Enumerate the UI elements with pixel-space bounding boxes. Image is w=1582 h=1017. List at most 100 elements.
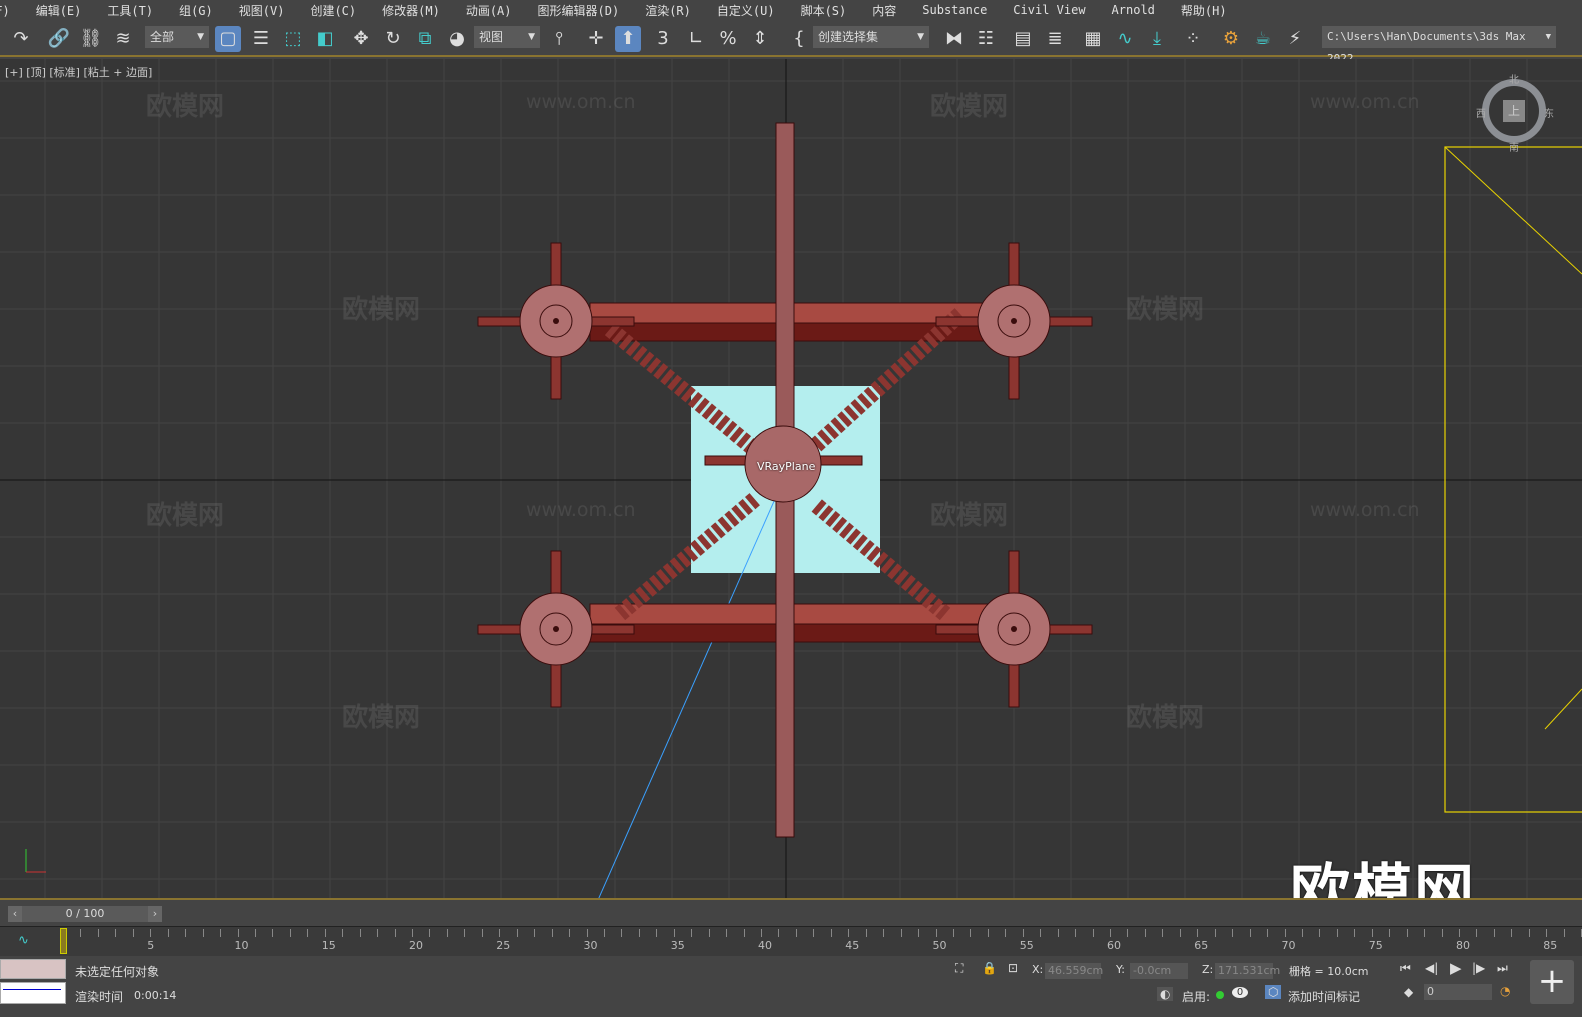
rendered-frame-window-icon[interactable]: ☕ — [1250, 26, 1276, 52]
percent-snap-icon[interactable]: % — [715, 26, 741, 52]
select-by-name-icon[interactable]: ☰ — [248, 26, 274, 52]
placement-icon[interactable]: ◕ — [444, 26, 470, 52]
menu-item[interactable]: Arnold — [1112, 3, 1155, 17]
timeline-tick — [307, 929, 309, 937]
rosette-center — [1011, 318, 1017, 324]
menu-item[interactable]: 视图(V) — [239, 2, 285, 19]
maxscript-mini-output[interactable] — [0, 982, 66, 1004]
go-to-end-icon[interactable]: ⏭ — [1497, 961, 1508, 976]
timeline-tick — [254, 929, 256, 937]
watermark: 欧模网 — [146, 92, 225, 122]
scene-explorer-icon[interactable]: ▤ — [1010, 26, 1036, 52]
project-path-dropdown[interactable]: C:\Users\Han\Documents\3ds Max 2022▼ — [1322, 26, 1556, 65]
bind-spacewarp-icon[interactable]: ≋ — [110, 26, 136, 52]
rect-selection-icon[interactable]: ⬚ — [280, 26, 306, 52]
track-bar[interactable]: ∿ 0510152025303540455055606570758085 — [0, 926, 1582, 956]
status-bar: 未选定任何对象 渲染时间 0:00:14 ⛶ 🔒 ⊡ X: 46.559cm Y… — [0, 956, 1582, 1017]
lock-icon[interactable]: 🔒 — [982, 961, 997, 975]
chevron-left-icon[interactable]: ‹ — [8, 906, 22, 922]
rotate-icon[interactable]: ↻ — [380, 26, 406, 52]
current-frame-field[interactable]: 0 — [1424, 984, 1492, 1000]
timeline-tick — [1127, 929, 1129, 937]
select-manipulate-icon[interactable]: ✛ — [583, 26, 609, 52]
move-icon[interactable]: ✥ — [348, 26, 374, 52]
menu-item[interactable]: 自定义(U) — [717, 2, 775, 19]
y-coordinate-field[interactable]: -0.0cm — [1130, 963, 1188, 979]
angle-snap-icon[interactable]: ∟ — [683, 26, 709, 52]
go-to-start-icon[interactable]: ⏮ — [1400, 961, 1411, 976]
time-slider[interactable]: ‹ 0 / 100 › — [8, 906, 162, 922]
timeline-tick — [481, 929, 483, 937]
chevron-right-icon[interactable]: › — [148, 906, 162, 922]
ribbon-icon[interactable]: ▦ — [1080, 26, 1106, 52]
timeline-tick — [324, 929, 326, 937]
set-key-button[interactable]: + — [1530, 960, 1574, 1004]
menu-item[interactable]: 创建(C) — [310, 2, 356, 19]
absolute-mode-icon[interactable]: ⊡ — [1008, 961, 1018, 975]
menu-item[interactable]: 脚本(S) — [801, 2, 847, 19]
maxscript-listener[interactable] — [0, 959, 66, 979]
z-coordinate-field[interactable]: 171.531cm — [1215, 963, 1280, 979]
time-tag-icon[interactable]: ⬡ — [1265, 985, 1282, 999]
menu-item[interactable]: 内容 — [872, 2, 896, 19]
timeline-tick — [1336, 929, 1338, 937]
link-icon[interactable]: 🔗 — [46, 26, 72, 52]
menu-item[interactable]: Civil View — [1013, 3, 1085, 17]
previous-frame-icon[interactable]: ◀| — [1425, 961, 1438, 975]
snap-toggle-icon[interactable]: 3 — [650, 26, 676, 52]
menu-item[interactable]: 编辑(E) — [36, 2, 82, 19]
timeline-tick — [1319, 929, 1321, 937]
reference-coord-dropdown[interactable]: 视图 ▼ — [474, 26, 540, 48]
redo-icon[interactable]: ↷ — [8, 26, 34, 52]
shield-icon[interactable]: ◐ — [1157, 987, 1174, 1001]
edit-named-selection-icon[interactable]: { — [786, 26, 812, 52]
timeline-tick — [848, 929, 850, 937]
menu-item[interactable]: 动画(A) — [466, 2, 512, 19]
material-editor-icon[interactable]: ⁘ — [1180, 26, 1206, 52]
viewcube-face[interactable]: 上 — [1503, 100, 1525, 122]
viewcube[interactable]: 上 — [1482, 79, 1546, 143]
timeline-tick — [1057, 929, 1059, 937]
mirror-icon[interactable]: ⧓ — [941, 26, 967, 52]
render-icon[interactable]: ⚡ — [1282, 26, 1308, 52]
key-mode-icon[interactable]: ◆ — [1404, 985, 1413, 999]
menu-item[interactable]: 工具(T) — [107, 2, 153, 19]
select-object-icon[interactable]: ▢ — [215, 26, 241, 52]
isolate-selection-icon[interactable]: ⛶ — [955, 961, 963, 976]
timeline-tick — [1441, 929, 1443, 937]
time-cursor[interactable] — [60, 928, 67, 954]
play-icon[interactable]: ▶ — [1450, 959, 1462, 977]
pivot-center-icon[interactable]: ⫯ — [546, 26, 572, 52]
menu-item[interactable]: 修改器(M) — [382, 2, 440, 19]
schematic-view-icon[interactable]: ⤓ — [1144, 26, 1170, 52]
time-config-icon[interactable]: ◔ — [1500, 984, 1510, 998]
menu-item[interactable]: 帮助(H) — [1181, 2, 1227, 19]
timeline-tick — [1232, 929, 1234, 937]
timeline-tick — [691, 929, 693, 937]
render-setup-icon[interactable]: ⚙ — [1218, 26, 1244, 52]
top-viewport[interactable]: [+] [顶] [标准] [粘土 + 边面] 欧模网 www.om.cn 欧模网… — [0, 59, 1582, 900]
zero-badge-icon[interactable]: 0 — [1232, 987, 1248, 998]
layer-explorer-icon[interactable]: ≣ — [1042, 26, 1068, 52]
next-frame-icon[interactable]: |▶ — [1472, 961, 1485, 975]
keyboard-shortcut-override-icon[interactable]: ⬆ — [615, 26, 641, 52]
align-icon[interactable]: ☷ — [973, 26, 999, 52]
y-label: Y: — [1116, 963, 1125, 976]
timeline-tick — [377, 929, 379, 937]
curve-editor-icon[interactable]: ∿ — [1112, 26, 1138, 52]
menu-item[interactable]: 渲染(R) — [645, 2, 691, 19]
spinner-snap-icon[interactable]: ⇕ — [747, 26, 773, 52]
timeline-tick — [1528, 929, 1530, 937]
window-crossing-icon[interactable]: ◧ — [312, 26, 338, 52]
menu-item[interactable]: Substance — [922, 3, 987, 17]
viewport-label[interactable]: [+] [顶] [标准] [粘土 + 边面] — [5, 64, 152, 80]
selection-filter-dropdown[interactable]: 全部 ▼ — [145, 26, 209, 48]
unlink-icon[interactable]: ⛓ — [78, 26, 104, 52]
add-time-tag-button[interactable]: 添加时间标记 — [1288, 988, 1360, 1005]
menu-item[interactable]: 文件(F) — [0, 2, 10, 19]
x-coordinate-field[interactable]: 46.559cm — [1045, 963, 1103, 979]
menu-item[interactable]: 组(G) — [179, 2, 213, 19]
scale-icon[interactable]: ⧉ — [412, 26, 438, 52]
menu-item[interactable]: 图形编辑器(D) — [538, 2, 620, 19]
named-selection-dropdown[interactable]: 创建选择集 ▼ — [813, 26, 929, 48]
